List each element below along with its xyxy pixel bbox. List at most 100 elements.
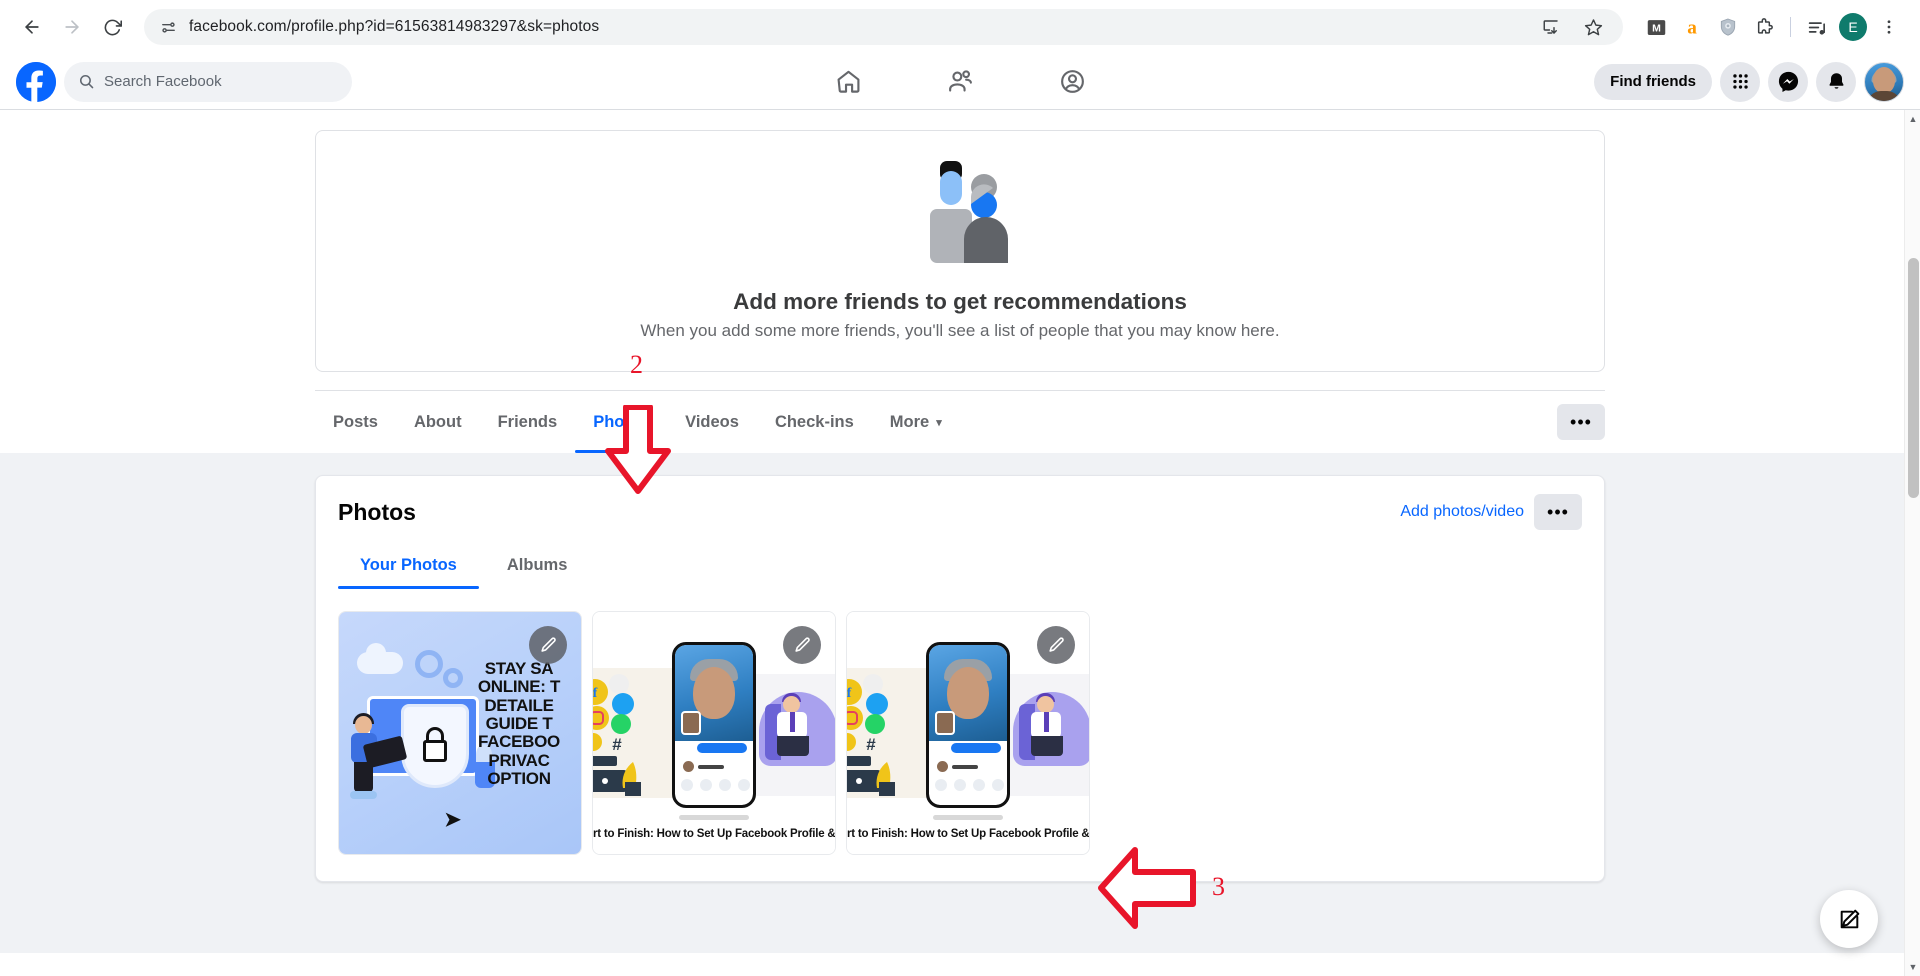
phone-screen	[675, 645, 753, 805]
nav-profile-icon[interactable]	[1016, 58, 1128, 106]
profile-tab-more[interactable]: More ▾	[872, 391, 960, 453]
notifications-bell-icon[interactable]	[1816, 61, 1856, 102]
profile-initial: E	[1839, 13, 1867, 41]
profile-name-bar	[952, 764, 978, 769]
profile-more-options-button[interactable]: •••	[1557, 404, 1605, 440]
profile-name-row	[937, 761, 978, 772]
media-playlist-icon[interactable]	[1800, 10, 1834, 44]
photos-background: Photos Add photos/video ••• Your Photos …	[0, 453, 1920, 953]
profile-avatar-dot	[683, 761, 694, 772]
browser-profile-avatar[interactable]: E	[1836, 10, 1870, 44]
sub-tab-albums[interactable]: Albums	[485, 556, 590, 589]
search-icon	[79, 74, 94, 89]
person-shoes	[350, 791, 377, 799]
browser-toolbar: facebook.com/profile.php?id=615638149832…	[0, 0, 1920, 54]
account-avatar[interactable]	[1864, 61, 1904, 102]
edit-photo-icon[interactable]	[783, 626, 821, 664]
caption-line: GUIDE T	[485, 714, 553, 734]
profile-tab-posts[interactable]: Posts	[315, 391, 396, 453]
menu-grid-icon[interactable]	[1720, 61, 1760, 102]
header-nav-tabs	[792, 58, 1128, 106]
scrollbar-thumb[interactable]	[1908, 258, 1919, 498]
bookmark-star-icon[interactable]	[1578, 18, 1609, 37]
profile-icon	[719, 779, 731, 791]
reload-button[interactable]	[94, 9, 130, 45]
photo-thumb-1[interactable]: STAY SA ONLINE: T DETAILE GUIDE T FACEBO…	[338, 611, 582, 855]
scroll-down-arrow[interactable]: ▼	[1905, 958, 1920, 976]
search-placeholder: Search Facebook	[104, 73, 222, 90]
photo-thumb-3[interactable]: f # rt to Finish: How to Set Up Facebook…	[846, 611, 1090, 855]
chevron-down-icon: ▾	[936, 416, 942, 429]
create-post-button[interactable]	[1820, 890, 1878, 948]
profile-thumbnail	[681, 711, 701, 735]
caption-line: DETAILE	[484, 695, 554, 715]
forward-button[interactable]	[54, 9, 90, 45]
facebook-header: Search Facebook Find friends	[0, 54, 1920, 110]
photos-more-options-button[interactable]: •••	[1534, 494, 1582, 530]
cloud-shape	[357, 643, 403, 674]
shield-lock-icon	[401, 704, 469, 788]
avatar-body	[1867, 90, 1901, 101]
profile-tab-videos[interactable]: Videos	[667, 391, 757, 453]
page-scrollbar[interactable]: ▲ ▼	[1904, 110, 1920, 976]
edit-photo-icon[interactable]	[1037, 626, 1075, 664]
profile-action-button	[951, 743, 1001, 753]
profile-icon	[700, 779, 712, 791]
phone-shadow	[679, 815, 749, 820]
edit-photo-icon[interactable]	[529, 626, 567, 664]
nav-friends-icon[interactable]	[904, 58, 1016, 106]
chrome-menu-icon[interactable]	[1872, 10, 1906, 44]
messenger-icon[interactable]	[1768, 61, 1808, 102]
facebook-logo-icon[interactable]	[16, 61, 56, 102]
compose-pencil-icon	[1840, 909, 1859, 928]
phone-screen	[929, 645, 1007, 805]
profile-tab-photos[interactable]: Photos	[575, 391, 668, 453]
extensions-puzzle-icon[interactable]	[1747, 10, 1781, 44]
profile-tab-about[interactable]: About	[396, 391, 480, 453]
profile-thumbnail	[935, 711, 955, 735]
amazon-extension-icon[interactable]: a	[1675, 10, 1709, 44]
annotation-number-3: 3	[1212, 872, 1225, 901]
photo-thumb-2[interactable]: f # rt to Finish: How to Set Up Facebook…	[592, 611, 836, 855]
site-settings-icon[interactable]	[160, 19, 177, 36]
toolbar-divider	[1790, 17, 1791, 37]
caption-line: FACEBOO	[478, 732, 560, 752]
nav-home-icon[interactable]	[792, 58, 904, 106]
profile-tab-checkins[interactable]: Check-ins	[757, 391, 872, 453]
tab-label: Photos	[593, 412, 650, 431]
annotation-number-2: 2	[630, 350, 643, 379]
add-photos-video-link[interactable]: Add photos/video	[1400, 503, 1524, 521]
install-app-icon[interactable]	[1536, 18, 1566, 36]
phone-shadow	[933, 815, 1003, 820]
tab-label: About	[413, 412, 462, 431]
sub-tab-your-photos[interactable]: Your Photos	[338, 556, 479, 589]
person-tie	[1044, 712, 1049, 732]
person-at-desk-illustration	[1005, 674, 1089, 796]
person-tie	[790, 712, 795, 732]
back-button[interactable]	[14, 9, 50, 45]
header-right-group: Find friends	[1594, 61, 1904, 102]
svg-text:f: f	[847, 686, 852, 701]
caption-line: OPTION	[487, 769, 551, 789]
person-head	[355, 716, 372, 734]
find-friends-button[interactable]: Find friends	[1594, 63, 1712, 100]
tab-label: Check-ins	[774, 412, 854, 431]
address-bar[interactable]: facebook.com/profile.php?id=615638149832…	[144, 9, 1623, 45]
friend-recommendations-card: Add more friends to get recommendations …	[315, 130, 1605, 372]
svg-text:a: a	[1687, 17, 1697, 38]
sub-tab-label: Albums	[506, 556, 568, 574]
tab-label: Videos	[685, 412, 739, 431]
photos-sub-tabs: Your Photos Albums	[338, 556, 1582, 589]
tab-label: Friends	[497, 412, 558, 431]
scroll-up-arrow[interactable]: ▲	[1905, 110, 1920, 128]
profile-icon-row	[681, 779, 750, 791]
search-input[interactable]: Search Facebook	[64, 61, 352, 102]
mailtrack-extension-icon[interactable]: M	[1639, 10, 1673, 44]
photo-1-caption: STAY SA ONLINE: T DETAILE GUIDE T FACEBO…	[461, 659, 577, 789]
photo-3-caption: rt to Finish: How to Set Up Facebook Pro…	[847, 828, 1090, 840]
profile-tab-friends[interactable]: Friends	[480, 391, 576, 453]
shield-privacy-extension-icon[interactable]	[1711, 10, 1745, 44]
recommendations-title: Add more friends to get recommendations	[733, 289, 1187, 314]
gear-icon	[415, 650, 443, 678]
svg-text:M: M	[1652, 22, 1661, 34]
